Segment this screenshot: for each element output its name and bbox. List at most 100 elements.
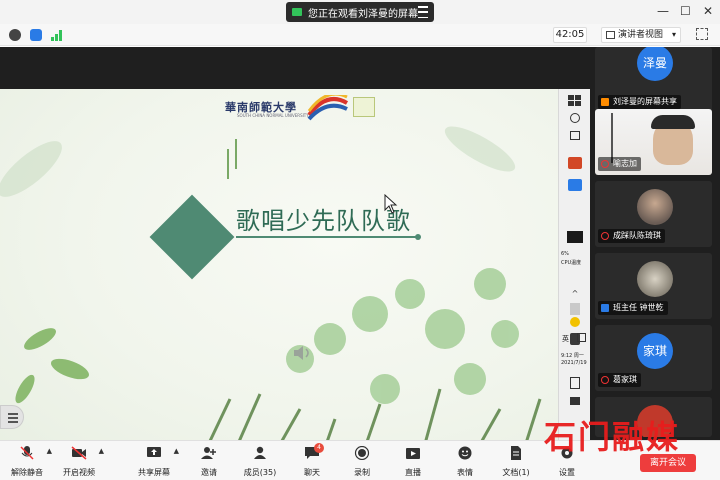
participant-tile[interactable]: 家琪 葛家琪 <box>595 325 712 391</box>
record-button[interactable]: 录制 <box>339 445 385 479</box>
video-options-caret[interactable]: ▲ <box>99 447 104 455</box>
emblem-icon <box>307 95 349 121</box>
fullscreen-icon[interactable] <box>696 28 708 40</box>
shared-screen: 華南師範大學 SOUTH CHINA NORMAL UNIVERSITY 歌唱少… <box>0 47 590 462</box>
leaf-decoration <box>0 126 542 462</box>
ime-label[interactable]: 英 <box>562 334 569 344</box>
avatar: 家琪 <box>637 333 673 369</box>
chevron-up-icon[interactable]: ^ <box>568 289 582 301</box>
avatar <box>637 261 673 297</box>
avatar <box>637 189 673 225</box>
grid-icon <box>606 31 615 39</box>
show-desktop-icon[interactable] <box>570 397 580 405</box>
document-icon <box>511 446 521 460</box>
participant-tile[interactable]: 泽曼 刘泽曼的屏幕共享 <box>595 47 712 113</box>
side-list-button[interactable] <box>0 405 24 429</box>
participants-label: 成员(35) <box>243 468 277 477</box>
signal-icon[interactable] <box>51 29 63 41</box>
hamburger-menu-icon[interactable] <box>418 6 428 18</box>
share-screen-button[interactable]: 共享屏幕 ▲ <box>131 445 179 479</box>
docs-button[interactable]: 文档(1) <box>493 445 539 479</box>
participant-name-tag: 葛家琪 <box>598 373 641 387</box>
live-icon <box>406 448 420 459</box>
participant-name-tag: 成踩队陈琦琪 <box>598 229 665 243</box>
shield-icon[interactable] <box>30 29 42 41</box>
emoji-icon <box>458 446 472 460</box>
mic-muted-icon <box>601 160 609 168</box>
mic-muted-icon <box>601 232 609 240</box>
meeting-toolbar: 42:05 演讲者视图 ▾ <box>0 24 720 46</box>
participant-tile[interactable]: 喻志加 <box>595 109 712 175</box>
minimize-button[interactable]: — <box>657 4 669 18</box>
notification-icon[interactable] <box>570 377 580 389</box>
participant-tile[interactable]: 成踩队陈琦琪 <box>595 181 712 247</box>
participant-name: 成踩队陈琦琪 <box>613 231 661 240</box>
powerpoint-icon[interactable] <box>568 157 582 169</box>
speaker-icon[interactable] <box>292 343 312 363</box>
windows-start-icon[interactable] <box>568 95 582 107</box>
title-underline-dot <box>415 234 421 240</box>
start-video-button[interactable]: 开启视频 ▲ <box>56 445 104 479</box>
participant-name-tag: 班主任 钟世乾 <box>598 301 668 315</box>
school-seal-icon <box>353 97 375 117</box>
invite-label: 邀请 <box>201 468 217 477</box>
host-icon <box>601 98 609 106</box>
windows-taskbar: 6% CPU温度 ^ 英 9:12 周一 2021/7/19 <box>558 89 590 462</box>
participant-name-tag: 喻志加 <box>598 157 641 171</box>
start-video-label: 开启视频 <box>63 468 95 477</box>
reactions-button[interactable]: 表情 <box>442 445 488 479</box>
participant-name-tag: 刘泽曼的屏幕共享 <box>598 95 681 109</box>
live-label: 直播 <box>405 468 421 477</box>
cpu-percent: 6% <box>561 251 569 257</box>
task-view-icon[interactable] <box>570 131 580 140</box>
university-logo: 華南師範大學 SOUTH CHINA NORMAL UNIVERSITY <box>215 95 380 121</box>
participant-tile[interactable]: 班主任 钟世乾 <box>595 253 712 319</box>
window-titlebar: 您正在观看刘泽曼的屏幕 — ☐ ✕ <box>0 0 720 24</box>
cpu-temp-label: CPU温度 <box>561 260 582 266</box>
chat-label: 聊天 <box>304 468 320 477</box>
participant-name: 刘泽曼的屏幕共享 <box>613 97 677 106</box>
mic-muted-icon <box>20 446 34 460</box>
maximize-button[interactable]: ☐ <box>680 4 691 18</box>
unmute-button[interactable]: 解除静音 ▲ <box>4 445 52 479</box>
invite-button[interactable]: 邀请 <box>186 445 232 479</box>
participants-button[interactable]: 成员(35) <box>237 445 283 479</box>
network-icon[interactable] <box>570 303 580 315</box>
share-notice-text: 您正在观看刘泽曼的屏幕 <box>308 8 418 20</box>
close-button[interactable]: ✕ <box>703 4 713 18</box>
keyboard-icon[interactable] <box>577 333 586 342</box>
meeting-app-icon[interactable] <box>568 179 582 191</box>
participant-name: 班主任 钟世乾 <box>613 303 664 312</box>
participant-name: 葛家琪 <box>613 375 637 384</box>
host-icon <box>601 304 609 312</box>
media-watermark-logo: 石门融媒 <box>544 412 694 456</box>
view-mode-label: 演讲者视图 <box>618 30 664 40</box>
chat-unread-badge: 4 <box>314 443 324 453</box>
university-name-en: SOUTH CHINA NORMAL UNIVERSITY <box>237 113 309 118</box>
clock-time[interactable]: 9:12 周一 <box>561 352 584 359</box>
live-button[interactable]: 直播 <box>390 445 436 479</box>
avatar: 泽曼 <box>637 47 673 81</box>
tray-app-icon[interactable] <box>570 317 580 327</box>
add-user-icon <box>201 447 216 459</box>
screen-share-notice[interactable]: 您正在观看刘泽曼的屏幕 <box>286 2 434 22</box>
video-off-icon <box>71 446 87 460</box>
info-icon[interactable] <box>9 29 21 41</box>
settings-label: 设置 <box>559 468 575 477</box>
mic-options-caret[interactable]: ▲ <box>47 447 52 455</box>
meeting-timer: 42:05 <box>553 27 587 43</box>
reactions-label: 表情 <box>457 468 473 477</box>
share-screen-label: 共享屏幕 <box>138 468 170 477</box>
search-icon[interactable] <box>570 113 580 123</box>
unmute-label: 解除静音 <box>11 468 43 477</box>
clock-date[interactable]: 2021/7/19 <box>561 360 587 366</box>
users-icon <box>254 446 266 459</box>
chat-button[interactable]: 4 聊天 <box>289 443 335 479</box>
caret-down-icon: ▾ <box>671 30 676 39</box>
view-mode-dropdown[interactable]: 演讲者视图 ▾ <box>601 27 681 43</box>
monitor-widget-icon <box>567 231 583 243</box>
mouse-cursor-icon <box>384 194 398 214</box>
watermark-text: 石门融媒 <box>544 418 681 456</box>
share-options-caret[interactable]: ▲ <box>174 447 179 455</box>
record-label: 录制 <box>354 468 370 477</box>
